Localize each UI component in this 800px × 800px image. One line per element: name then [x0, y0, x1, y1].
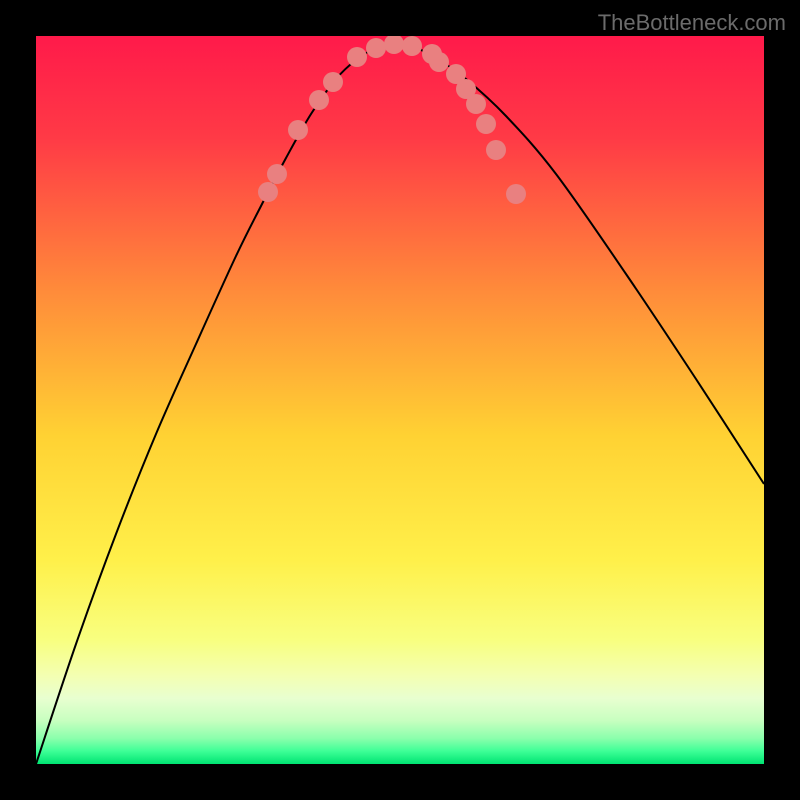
marker-series — [258, 36, 526, 204]
data-marker — [258, 182, 278, 202]
watermark-text: TheBottleneck.com — [598, 10, 786, 36]
bottleneck-curve-path — [36, 44, 764, 764]
data-marker — [366, 38, 386, 58]
curve-series — [36, 44, 764, 764]
data-marker — [429, 52, 449, 72]
data-marker — [466, 94, 486, 114]
chart-svg — [36, 36, 764, 764]
plot-area — [36, 36, 764, 764]
data-marker — [347, 47, 367, 67]
data-marker — [323, 72, 343, 92]
data-marker — [384, 36, 404, 54]
chart-container: TheBottleneck.com — [0, 0, 800, 800]
data-marker — [476, 114, 496, 134]
data-marker — [486, 140, 506, 160]
data-marker — [309, 90, 329, 110]
data-marker — [506, 184, 526, 204]
data-marker — [267, 164, 287, 184]
data-marker — [402, 36, 422, 56]
data-marker — [288, 120, 308, 140]
